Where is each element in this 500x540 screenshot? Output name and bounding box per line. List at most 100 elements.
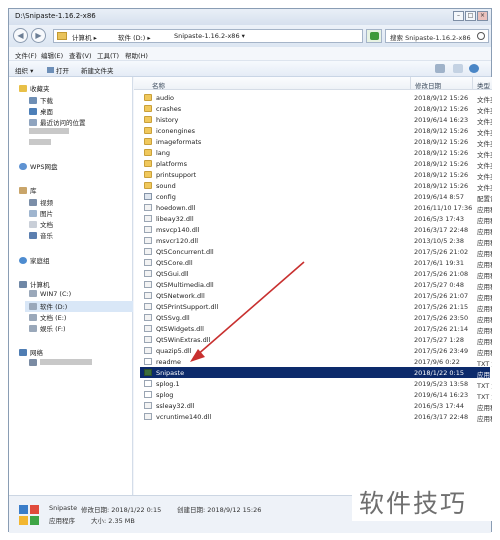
nav-homegroup[interactable]: 家庭组 — [19, 255, 50, 266]
file-row[interactable]: printsupport2018/9/12 15:26文件夹 — [140, 169, 492, 181]
file-row[interactable]: quazip5.dll2017/5/26 23:49应用程 — [140, 345, 492, 357]
file-icon — [144, 358, 152, 365]
document-icon — [29, 221, 37, 228]
nav-drive-c[interactable]: WIN7 (C:) — [29, 290, 71, 301]
nav-library[interactable]: 库 — [19, 185, 37, 196]
forward-button[interactable]: ▶ — [31, 28, 46, 43]
menu-tools[interactable]: 工具(T) — [97, 50, 119, 60]
minimize-button[interactable]: – — [453, 11, 464, 21]
new-folder-button[interactable]: 新建文件夹 — [81, 65, 114, 75]
file-row[interactable]: splog.12019/5/23 13:58TXT 文 — [140, 378, 492, 390]
file-name: Qt5Network.dll — [156, 292, 205, 300]
nav-downloads[interactable]: 下载 — [29, 95, 53, 106]
nav-music[interactable]: 音乐 — [29, 230, 53, 241]
file-row[interactable]: iconengines2018/9/12 15:26文件夹 — [140, 125, 492, 137]
download-icon — [29, 97, 37, 104]
open-icon — [47, 67, 54, 73]
nav-drive-e[interactable]: 文档 (E:) — [29, 312, 66, 323]
close-button[interactable]: × — [477, 11, 488, 21]
file-icon — [144, 204, 152, 211]
menu-edit[interactable]: 编辑(E) — [41, 50, 63, 60]
file-name: Qt5Svg.dll — [156, 314, 190, 322]
refresh-button[interactable] — [366, 29, 382, 43]
menu-help[interactable]: 帮助(H) — [125, 50, 148, 60]
file-row[interactable]: vcruntime140.dll 2016/3/17 22:48 应用程 — [140, 411, 492, 423]
file-row[interactable]: history2019/6/14 16:23文件夹 — [140, 114, 492, 126]
address-input[interactable]: 计算机 ▸ 软件 (D:) ▸ Snipaste-1.16.2-x86 ▾ — [53, 29, 363, 43]
organize-button[interactable]: 组织 ▾ — [15, 65, 33, 75]
search-input[interactable]: 搜索 Snipaste-1.16.2-x86 — [385, 29, 489, 43]
file-row[interactable]: Qt5WinExtras.dll2017/5/27 1:28应用程 — [140, 334, 492, 346]
nav-blurred-1[interactable] — [29, 128, 69, 139]
file-name: crashes — [156, 105, 182, 113]
file-row[interactable]: Qt5Widgets.dll2017/5/26 21:14应用程 — [140, 323, 492, 335]
file-name: msvcr120.dll — [156, 237, 199, 245]
nav-network-host[interactable] — [29, 359, 92, 370]
crumb-folder[interactable]: Snipaste-1.16.2-x86 ▾ — [174, 32, 245, 40]
preview-pane-icon[interactable] — [453, 64, 463, 73]
window-title: D:\Snipaste-1.16.2-x86 — [15, 12, 96, 20]
help-icon[interactable] — [469, 64, 479, 73]
nav-wps-drive[interactable]: WPS网盘 — [19, 161, 57, 172]
file-row[interactable]: platforms2018/9/12 15:26文件夹 — [140, 158, 492, 170]
maximize-button[interactable]: □ — [465, 11, 476, 21]
file-row[interactable]: splog2019/6/14 16:23TXT 文 — [140, 389, 492, 401]
drive-icon — [29, 290, 37, 297]
file-icon — [144, 237, 152, 244]
file-row[interactable]: Qt5Core.dll2017/6/1 19:31应用程 — [140, 257, 492, 269]
file-row[interactable]: audio2018/9/12 15:26文件夹 — [140, 92, 492, 104]
cloud-icon — [19, 163, 27, 170]
menu-file[interactable]: 文件(F) — [15, 50, 37, 60]
file-row[interactable]: Qt5PrintSupport.dll2017/5/26 21:15应用程 — [140, 301, 492, 313]
nav-favorites-label: 收藏夹 — [30, 85, 50, 93]
nav-documents[interactable]: 文档 — [29, 219, 53, 230]
nav-videos[interactable]: 视频 — [29, 197, 53, 208]
nav-network[interactable]: 网络 — [19, 347, 43, 358]
nav-pictures[interactable]: 图片 — [29, 208, 53, 219]
crumb-computer[interactable]: 计算机 ▸ — [72, 32, 97, 42]
back-button[interactable]: ◀ — [13, 28, 28, 43]
file-date: 2018/1/22 0:15 — [414, 369, 464, 377]
file-row[interactable]: msvcr120.dll2013/10/5 2:38应用程 — [140, 235, 492, 247]
file-row[interactable]: Qt5Concurrent.dll2017/5/26 21:02应用程 — [140, 246, 492, 258]
nav-computer[interactable]: 计算机 — [19, 279, 50, 290]
view-options-icon[interactable] — [435, 64, 445, 73]
file-row[interactable]: Qt5Gui.dll2017/5/26 21:08应用程 — [140, 268, 492, 280]
crumb-drive[interactable]: 软件 (D:) ▸ — [118, 32, 151, 42]
file-row[interactable]: lang2018/9/12 15:26文件夹 — [140, 147, 492, 159]
nav-documents-label: 文档 — [40, 221, 53, 229]
file-name: vcruntime140.dll — [156, 413, 212, 421]
column-type[interactable]: 类型 — [477, 80, 490, 90]
file-row[interactable]: readme2017/9/6 0:22TXT 文 — [140, 356, 492, 368]
file-date: 2017/5/26 21:15 — [414, 303, 469, 311]
title-bar[interactable]: D:\Snipaste-1.16.2-x86 – □ × — [9, 9, 491, 25]
nav-drive-f[interactable]: 娱乐 (F:) — [29, 323, 66, 334]
file-name: Qt5Gui.dll — [156, 270, 189, 278]
nav-blurred-2[interactable] — [29, 139, 51, 150]
file-row[interactable]: imageformats2018/9/12 15:26文件夹 — [140, 136, 492, 148]
column-date[interactable]: 修改日期 — [415, 80, 441, 90]
nav-recent[interactable]: 最近访问的位置 — [29, 117, 86, 128]
file-row[interactable]: msvcp140.dll2016/3/17 22:48应用程 — [140, 224, 492, 236]
menu-view[interactable]: 查看(V) — [69, 50, 92, 60]
file-row[interactable]: crashes2018/9/12 15:26文件夹 — [140, 103, 492, 115]
file-row[interactable]: hoedown.dll2016/11/10 17:36应用程 — [140, 202, 492, 214]
file-row[interactable]: Qt5Svg.dll2017/5/26 23:50应用程 — [140, 312, 492, 324]
file-row[interactable]: config2019/6/14 8:57配置设 — [140, 191, 492, 203]
file-row[interactable]: libeay32.dll2016/5/3 17:43应用程 — [140, 213, 492, 225]
recent-places-icon — [29, 119, 37, 126]
file-row[interactable]: Qt5Multimedia.dll2017/5/27 0:48应用程 — [140, 279, 492, 291]
nav-favorites[interactable]: 收藏夹 — [19, 83, 50, 94]
file-row[interactable]: Qt5Network.dll2017/5/26 21:07应用程 — [140, 290, 492, 302]
file-date: 2018/9/12 15:26 — [414, 182, 469, 190]
nav-drive-c-label: WIN7 (C:) — [40, 290, 72, 298]
file-name: splog — [156, 391, 174, 399]
nav-desktop[interactable]: 桌面 — [29, 106, 53, 117]
column-name[interactable]: 名称 — [152, 80, 165, 90]
open-button[interactable]: 打开 — [47, 65, 69, 75]
file-row[interactable]: ssleay32.dll2016/5/3 17:44应用程 — [140, 400, 492, 412]
open-label: 打开 — [56, 67, 69, 75]
file-row[interactable]: sound2018/9/12 15:26文件夹 — [140, 180, 492, 192]
file-row[interactable]: Snipaste2018/1/22 0:15应用程 — [140, 367, 492, 379]
nav-drive-d[interactable]: 软件 (D:) — [25, 301, 133, 312]
